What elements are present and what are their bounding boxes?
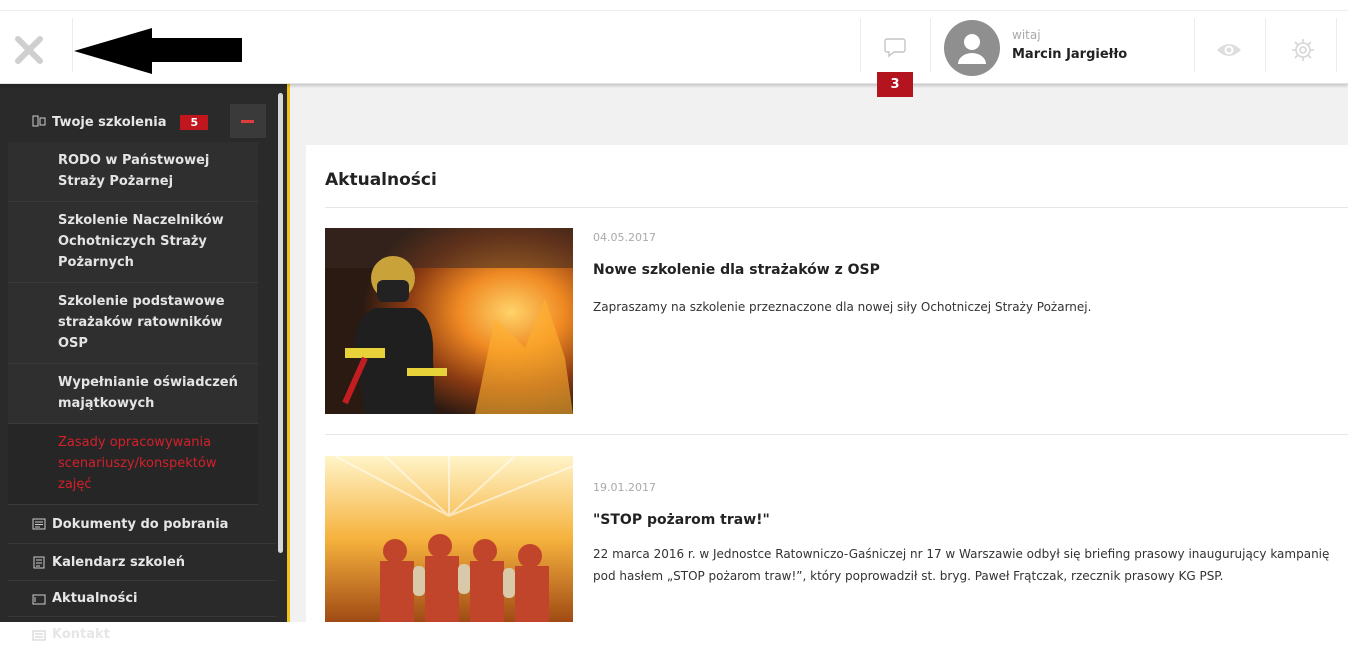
sidebar: Twoje szkolenia 5 RODO w Państwowej Stra… — [0, 84, 290, 642]
sidebar-subitem-training[interactable]: RODO w Państwowej Straży Pożarnej — [8, 142, 258, 202]
messages-button[interactable] — [878, 34, 912, 62]
close-menu-button[interactable] — [14, 36, 50, 64]
sidebar-menu: Twoje szkolenia 5 RODO w Państwowej Stra… — [8, 84, 276, 652]
divider — [325, 434, 1348, 435]
news-excerpt: Zapraszamy na szkolenie przeznaczone dla… — [593, 300, 1092, 314]
sidebar-subitem-training[interactable]: Szkolenie Naczelników Ochotniczych Straż… — [8, 202, 258, 283]
trainings-icon — [32, 115, 46, 127]
divider — [860, 18, 861, 72]
calendar-icon — [33, 556, 45, 569]
news-date: 04.05.2017 — [593, 231, 656, 244]
chat-bubble-icon — [884, 38, 906, 58]
top-divider — [0, 10, 1348, 11]
messages-count-badge: 3 — [877, 72, 913, 97]
news-title[interactable]: "STOP pożarom traw!" — [593, 512, 770, 528]
sidebar-item-label: Twoje szkolenia — [52, 114, 167, 130]
sidebar-scrollbar[interactable] — [278, 93, 283, 553]
divider — [1265, 18, 1266, 72]
eye-icon — [1217, 44, 1241, 56]
sidebar-subitem-training[interactable]: Szkolenie podstawowe strażaków ratownikó… — [8, 283, 258, 364]
page-title: Aktualności — [325, 170, 437, 190]
sidebar-item-label: Dokumenty do pobrania — [52, 516, 229, 532]
news-image-hoses[interactable] — [325, 456, 573, 622]
trainings-submenu: RODO w Państwowej Straży Pożarnej Szkole… — [8, 142, 258, 505]
sidebar-item-trainings[interactable]: Twoje szkolenia 5 — [8, 102, 276, 142]
contact-icon — [32, 630, 46, 641]
sidebar-item-label: Aktualności — [52, 591, 138, 606]
sidebar-subitem-training[interactable]: Wypełnianie oświadczeń majątkowych — [8, 364, 258, 424]
news-date: 19.01.2017 — [593, 481, 656, 494]
sidebar-item-calendar[interactable]: Kalendarz szkoleń — [8, 543, 276, 580]
settings-button[interactable] — [1289, 36, 1317, 64]
news-icon — [32, 594, 46, 605]
firefighter-fire-image — [325, 228, 573, 414]
divider — [325, 207, 1348, 208]
sidebar-item-contact[interactable]: Kontakt — [8, 616, 276, 652]
preview-button[interactable] — [1214, 38, 1244, 62]
sidebar-subitem-training-active[interactable]: Zasady opracowywania scenariuszy/konspek… — [8, 424, 258, 505]
divider — [72, 18, 73, 72]
document-download-icon — [32, 518, 46, 530]
divider — [930, 18, 931, 72]
user-name[interactable]: Marcin Jargiełło — [1012, 47, 1127, 62]
sidebar-item-label: Kalendarz szkoleń — [52, 554, 186, 570]
top-bar: witaj Marcin Jargiełło — [0, 0, 1348, 84]
collapse-button[interactable] — [230, 104, 266, 138]
avatar[interactable] — [944, 20, 1000, 76]
divider — [1194, 18, 1195, 72]
gear-icon — [1292, 39, 1314, 61]
sidebar-item-documents[interactable]: Dokumenty do pobrania — [8, 505, 276, 543]
sidebar-item-news[interactable]: Aktualności — [8, 580, 276, 616]
sidebar-item-label: Kontakt — [52, 627, 110, 642]
user-icon — [958, 34, 986, 64]
user-greeting: witaj — [1012, 28, 1041, 42]
close-icon — [15, 36, 43, 64]
news-title[interactable]: Nowe szkolenie dla strażaków z OSP — [593, 262, 880, 278]
news-excerpt: 22 marca 2016 r. w Jednostce Ratowniczo-… — [593, 547, 1330, 583]
trainings-count-badge: 5 — [180, 114, 209, 130]
firefighters-hoses-image — [325, 456, 573, 622]
news-image-firefighter[interactable] — [325, 228, 573, 414]
divider — [1336, 18, 1337, 72]
annotation-arrow-icon — [74, 28, 242, 74]
